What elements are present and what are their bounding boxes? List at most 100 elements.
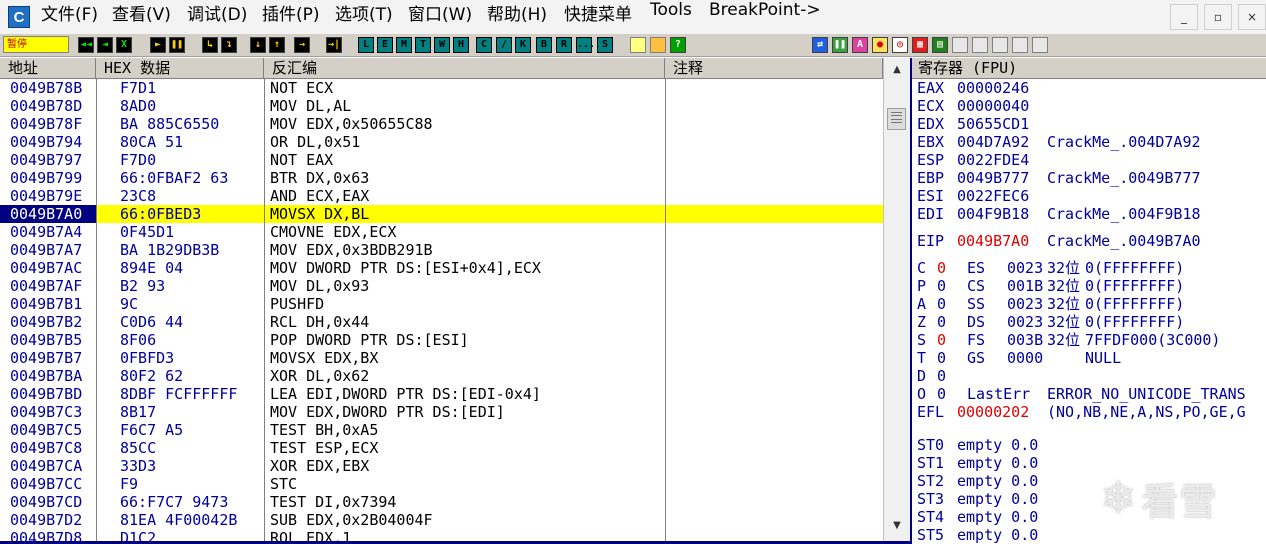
disasm-row[interactable]: 0049B7D8 D1C2 ROL EDX,1 bbox=[0, 529, 883, 541]
pause-plugin-icon[interactable]: ❚❚ bbox=[832, 37, 848, 53]
trace-over-icon[interactable]: ↑ bbox=[269, 37, 285, 53]
disasm-row[interactable]: 0049B7CD 66:F7C7 9473 TEST DI,0x7394 bbox=[0, 493, 883, 511]
instruction-text: OR DL,0x51 bbox=[270, 133, 361, 151]
trace-into-icon[interactable]: ↓ bbox=[250, 37, 266, 53]
disasm-row[interactable]: 0049B7AF B2 93 MOV DL,0x93 bbox=[0, 277, 883, 295]
modules-window-button[interactable]: E bbox=[377, 37, 393, 53]
disasm-row[interactable]: 0049B7CA 33D3 XOR EDX,EBX bbox=[0, 457, 883, 475]
disasm-row[interactable]: 0049B7B1 9C PUSHFD bbox=[0, 295, 883, 313]
call-stack-window-button[interactable]: K bbox=[515, 37, 531, 53]
instruction-text: CMOVNE EDX,ECX bbox=[270, 223, 397, 241]
disasm-row[interactable]: 0049B78F BA 885C6550 MOV EDX,0x50655C88 bbox=[0, 115, 883, 133]
disasm-row[interactable]: 0049B79E 23C8 AND ECX,EAX bbox=[0, 187, 883, 205]
column-header-address[interactable]: 地址 bbox=[0, 58, 96, 79]
menu-help[interactable]: 帮助(H) bbox=[487, 0, 547, 34]
disasm-row[interactable]: 0049B7B2 C0D6 44 RCL DH,0x44 bbox=[0, 313, 883, 331]
disasm-row-selected[interactable]: 0049B7A0 66:0FBED3 MOVSX DX,BL bbox=[0, 205, 883, 223]
disasm-row[interactable]: 0049B7C8 85CC TEST ESP,ECX bbox=[0, 439, 883, 457]
scroll-down-icon[interactable]: ▼ bbox=[888, 518, 906, 534]
app-icon[interactable]: C bbox=[8, 6, 30, 28]
execute-till-return-icon[interactable]: → bbox=[294, 37, 310, 53]
disasm-row[interactable]: 0049B797 F7D0 NOT EAX bbox=[0, 151, 883, 169]
windows-window-button[interactable]: W bbox=[434, 37, 450, 53]
minimize-icon[interactable]: _ bbox=[1170, 4, 1198, 30]
instruction-text: MOV EDX,0x3BDB291B bbox=[270, 241, 433, 259]
restart-icon[interactable]: ◄ bbox=[97, 37, 113, 53]
fpu-register-value: empty 0.0 bbox=[957, 508, 1039, 526]
instruction-text: PUSHFD bbox=[270, 295, 325, 313]
step-into-icon[interactable]: ↳ bbox=[202, 37, 218, 53]
close-icon[interactable]: × bbox=[1238, 4, 1266, 30]
breakpoints-window-button[interactable]: B bbox=[536, 37, 552, 53]
scroll-thumb[interactable] bbox=[887, 108, 906, 130]
menu-tools[interactable]: Tools bbox=[650, 0, 692, 34]
disasm-row[interactable]: 0049B794 80CA 51 OR DL,0x51 bbox=[0, 133, 883, 151]
menu-file[interactable]: 文件(F) bbox=[41, 0, 98, 34]
disasm-row[interactable]: 0049B7BA 80F2 62 XOR DL,0x62 bbox=[0, 367, 883, 385]
run-trace-window-button[interactable]: ... bbox=[576, 37, 595, 53]
empty-slot-icon[interactable] bbox=[1012, 37, 1028, 53]
menu-breakpoint[interactable]: BreakPoint-> bbox=[709, 0, 821, 34]
pause-icon[interactable]: ❚❚ bbox=[169, 37, 185, 53]
column-header-comment[interactable]: 注释 bbox=[665, 58, 883, 79]
flag-name: D bbox=[917, 367, 927, 385]
step-over-icon[interactable]: ↴ bbox=[221, 37, 237, 53]
memory-window-button[interactable]: M bbox=[396, 37, 412, 53]
menu-window[interactable]: 窗口(W) bbox=[408, 0, 472, 34]
scroll-up-icon[interactable]: ▲ bbox=[888, 62, 906, 78]
disasm-row[interactable]: 0049B7C3 8B17 MOV EDX,DWORD PTR DS:[EDI] bbox=[0, 403, 883, 421]
run-icon[interactable]: ► bbox=[150, 37, 166, 53]
instruction-address: 0049B7AC bbox=[10, 259, 83, 277]
menu-debug[interactable]: 调试(D) bbox=[187, 0, 247, 34]
disasm-row[interactable]: 0049B7BD 8DBF FCFFFFFF LEA EDI,DWORD PTR D… bbox=[0, 385, 883, 403]
column-header-disasm[interactable]: 反汇编 bbox=[264, 58, 665, 79]
flag-name: O bbox=[917, 385, 927, 403]
flag-value: 0 bbox=[937, 313, 947, 331]
threads-window-button[interactable]: T bbox=[415, 37, 431, 53]
handles-window-button[interactable]: H bbox=[453, 37, 469, 53]
references-window-button[interactable]: R bbox=[556, 37, 572, 53]
window-icon[interactable]: ▤ bbox=[932, 37, 948, 53]
grid-icon[interactable] bbox=[650, 37, 666, 53]
registers-header[interactable]: 寄存器 (FPU) bbox=[910, 58, 1266, 79]
empty-slot-icon[interactable] bbox=[972, 37, 988, 53]
close-process-icon[interactable]: X bbox=[116, 37, 132, 53]
disasm-row[interactable]: 0049B799 66:0FBAF2 63 BTR DX,0x63 bbox=[0, 169, 883, 187]
disasm-row[interactable]: 0049B78D 8AD0 MOV DL,AL bbox=[0, 97, 883, 115]
menu-plugins[interactable]: 插件(P) bbox=[262, 0, 320, 34]
settings-icon[interactable]: ▦ bbox=[912, 37, 928, 53]
instruction-text: TEST DI,0x7394 bbox=[270, 493, 397, 511]
disasm-row[interactable]: 0049B7C5 F6C7 A5 TEST BH,0xA5 bbox=[0, 421, 883, 439]
disasm-row[interactable]: 0049B7AC 894E 04 MOV DWORD PTR DS:[ESI+0x4… bbox=[0, 259, 883, 277]
source-window-button[interactable]: S bbox=[597, 37, 613, 53]
disasm-row[interactable]: 0049B7B5 8F06 POP DWORD PTR DS:[ESI] bbox=[0, 331, 883, 349]
patches-window-button[interactable]: / bbox=[496, 37, 512, 53]
empty-slot-icon[interactable] bbox=[952, 37, 968, 53]
list-icon[interactable] bbox=[630, 37, 646, 53]
menu-shortcuts[interactable]: 快捷菜单 bbox=[564, 0, 632, 34]
target-icon[interactable]: ◎ bbox=[892, 37, 908, 53]
menu-view[interactable]: 查看(V) bbox=[112, 0, 171, 34]
empty-slot-icon[interactable] bbox=[1032, 37, 1048, 53]
help-icon[interactable]: ? bbox=[670, 37, 686, 53]
a-icon[interactable]: A bbox=[852, 37, 868, 53]
disasm-row[interactable]: 0049B7D2 81EA 4F00042B SUB EDX,0x2B04004F bbox=[0, 511, 883, 529]
empty-slot-icon[interactable] bbox=[992, 37, 1008, 53]
disasm-row[interactable]: 0049B78B F7D1 NOT ECX bbox=[0, 79, 883, 97]
disassembly-pane[interactable]: 0049B78B F7D1 NOT ECX 0049B78D 8AD0 MOV DL,AL… bbox=[0, 79, 883, 541]
cpu-window-button[interactable]: C bbox=[476, 37, 492, 53]
disasm-row[interactable]: 0049B7CC F9 STC bbox=[0, 475, 883, 493]
record-icon[interactable]: ● bbox=[872, 37, 888, 53]
disasm-row[interactable]: 0049B7B7 0FBFD3 MOVSX EDX,BX bbox=[0, 349, 883, 367]
log-window-button[interactable]: L bbox=[358, 37, 374, 53]
disasm-row[interactable]: 0049B7A7 BA 1B29DB3B MOV EDX,0x3BDB291B bbox=[0, 241, 883, 259]
restore-icon[interactable]: ▫ bbox=[1204, 4, 1232, 30]
goto-address-icon[interactable]: →| bbox=[326, 37, 342, 53]
open-icon[interactable]: ◄◄ bbox=[78, 37, 94, 53]
instruction-address: 0049B7BD bbox=[10, 385, 83, 403]
disasm-row[interactable]: 0049B7A4 0F45D1 CMOVNE EDX,ECX bbox=[0, 223, 883, 241]
disassembly-scrollbar[interactable]: ▲ ▼ bbox=[883, 58, 910, 544]
menu-options[interactable]: 选项(T) bbox=[335, 0, 393, 34]
column-header-hex[interactable]: HEX 数据 bbox=[96, 58, 264, 79]
refresh-icon[interactable]: ⇄ bbox=[812, 37, 828, 53]
